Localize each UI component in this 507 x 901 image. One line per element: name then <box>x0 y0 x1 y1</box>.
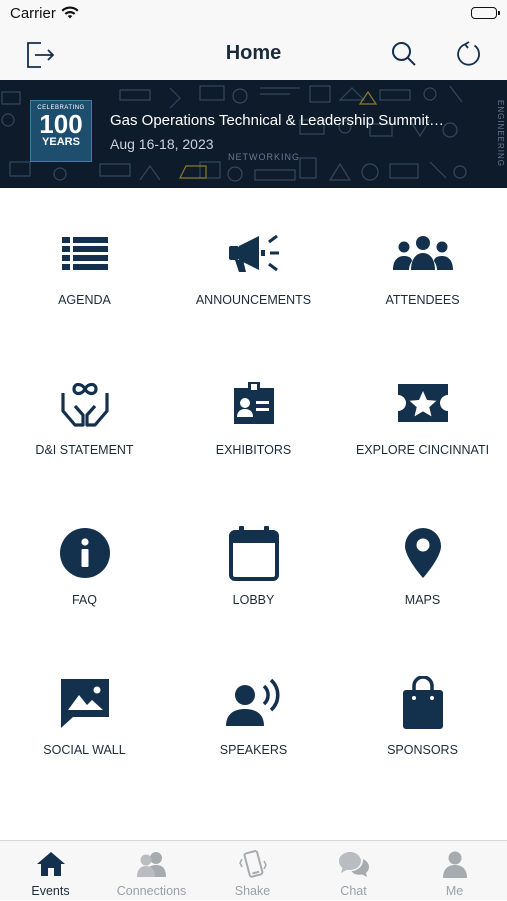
tile-label: MAPS <box>404 593 441 607</box>
tile-social-wall[interactable]: SOCIAL WALL <box>0 655 169 775</box>
event-banner[interactable]: NETWORKING CELEBRATING 100 YEARS Gas Ope… <box>0 80 507 188</box>
battery-icon <box>471 7 500 19</box>
tile-exhibitors[interactable]: EXHIBITORS <box>169 355 338 475</box>
search-icon[interactable] <box>386 36 422 72</box>
tile-maps[interactable]: MAPS <box>338 505 507 625</box>
tab-label: Chat <box>340 884 367 898</box>
ticket-star-icon <box>338 375 507 431</box>
tile-label: ATTENDEES <box>385 293 460 307</box>
calendar-icon <box>169 525 338 581</box>
tile-label: ANNOUNCEMENTS <box>195 293 312 307</box>
status-bar: Carrier <box>0 0 507 30</box>
tab-label: Me <box>445 884 464 898</box>
speaker-person-icon <box>169 675 338 731</box>
person-icon <box>404 849 505 879</box>
tile-faq[interactable]: FAQ <box>0 505 169 625</box>
home-icon <box>0 849 101 879</box>
event-dates: Aug 16-18, 2023 <box>110 136 214 152</box>
tile-agenda[interactable]: AGENDA <box>0 205 169 325</box>
centennial-logo: CELEBRATING 100 YEARS <box>30 100 92 162</box>
map-pin-icon <box>338 525 507 581</box>
id-badge-icon <box>169 375 338 431</box>
page-title: Home <box>225 42 282 64</box>
shopping-bag-icon <box>338 675 507 731</box>
navigation-bar: Home <box>0 30 507 80</box>
tab-label: Connections <box>116 884 187 898</box>
wifi-icon <box>60 5 80 25</box>
banner-pattern-word: ENGINEERING <box>496 100 505 168</box>
image-chat-icon <box>0 675 169 731</box>
tile-label: EXPLORE CINCINNATI <box>355 443 490 457</box>
refresh-icon[interactable] <box>451 36 487 72</box>
tab-label: Events <box>31 884 70 898</box>
tile-sponsors[interactable]: SPONSORS <box>338 655 507 775</box>
tile-label: D&I STATEMENT <box>35 443 134 457</box>
tile-label: SOCIAL WALL <box>43 743 126 757</box>
tile-announcements[interactable]: ANNOUNCEMENTS <box>169 205 338 325</box>
tab-bar: Events Connections Shake Chat Me <box>0 840 507 900</box>
tab-connections[interactable]: Connections <box>101 841 202 901</box>
info-icon <box>0 525 169 581</box>
logo-text-number: 100 <box>39 109 83 139</box>
event-title: Gas Operations Technical & Leadership Su… <box>110 112 445 129</box>
tab-label: Shake <box>234 884 271 898</box>
tile-label: AGENDA <box>58 293 111 307</box>
tile-label: LOBBY <box>232 593 275 607</box>
people-icon <box>338 225 507 281</box>
carrier-label: Carrier <box>10 5 56 22</box>
tile-explore-cincinnati[interactable]: EXPLORE CINCINNATI <box>338 355 507 475</box>
banner-pattern-word: NETWORKING <box>228 152 300 162</box>
tile-label: EXHIBITORS <box>215 443 292 457</box>
tile-lobby[interactable]: LOBBY <box>169 505 338 625</box>
tab-chat[interactable]: Chat <box>303 841 404 901</box>
hands-infinity-icon <box>0 375 169 431</box>
tile-speakers[interactable]: SPEAKERS <box>169 655 338 775</box>
tile-label: SPEAKERS <box>219 743 288 757</box>
tab-me[interactable]: Me <box>404 841 505 901</box>
tile-attendees[interactable]: ATTENDEES <box>338 205 507 325</box>
tab-events[interactable]: Events <box>0 841 101 901</box>
chat-icon <box>303 849 404 879</box>
tile-label: FAQ <box>71 593 97 607</box>
list-icon <box>0 225 169 281</box>
connections-icon <box>101 849 202 879</box>
tile-d-and-i-statement[interactable]: D&I STATEMENT <box>0 355 169 475</box>
megaphone-icon <box>169 225 338 281</box>
tab-shake[interactable]: Shake <box>202 841 303 901</box>
tile-label: SPONSORS <box>387 743 458 757</box>
shake-phone-icon <box>202 849 303 879</box>
